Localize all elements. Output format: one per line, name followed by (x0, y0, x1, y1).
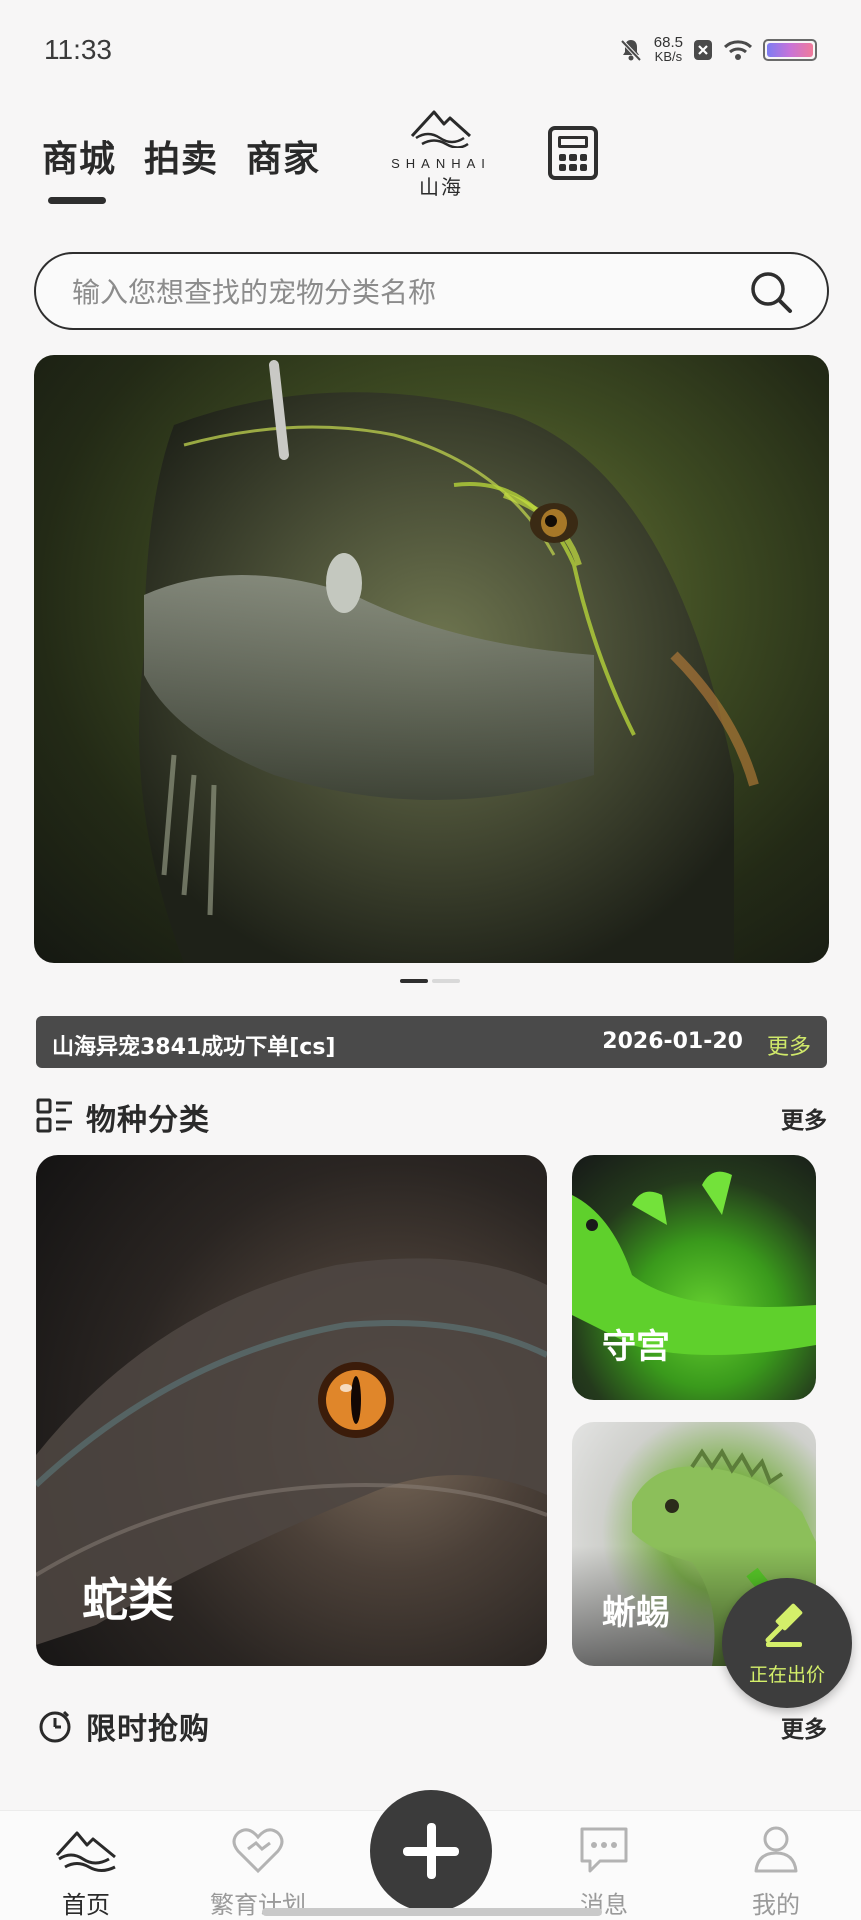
flash-sale-more-link[interactable]: 更多 (781, 1710, 827, 1744)
categories-header: 物种分类 更多 (36, 1093, 827, 1138)
nav-messages[interactable]: 消息 (534, 1823, 674, 1919)
status-time: 11:33 (44, 34, 112, 65)
net-speed-unit: KB/s (654, 49, 683, 64)
wifi-icon (723, 40, 753, 60)
calculator-icon[interactable] (548, 126, 598, 180)
categories-more-link[interactable]: 更多 (781, 1101, 827, 1135)
category-card-snakes[interactable]: 蛇类 (36, 1155, 547, 1666)
fab-label: 正在出价 (748, 1664, 825, 1686)
logo-text-zh: 山海 (419, 175, 463, 199)
category-label: 蜥蜴 (602, 1593, 670, 1633)
mountain-logo-icon (410, 110, 472, 149)
category-label: 蛇类 (82, 1573, 174, 1627)
mute-icon (620, 39, 642, 62)
flash-sale-header: 限时抢购 更多 (36, 1702, 827, 1747)
section-title: 限时抢购 (86, 1712, 210, 1747)
status-bar: 11:33 68.5 KB/s (0, 0, 861, 100)
heart-plan-icon (232, 1828, 284, 1874)
tab-mall[interactable]: 商城 (42, 130, 116, 204)
net-speed-value: 68.5 (653, 34, 683, 51)
section-title: 物种分类 (86, 1103, 210, 1138)
banner-image (139, 360, 759, 963)
nav-label: 首页 (62, 1891, 110, 1919)
search-bar[interactable] (34, 252, 829, 330)
nav-home[interactable]: 首页 (16, 1823, 156, 1919)
top-tabs: 商城 拍卖 商家 (42, 130, 320, 204)
message-icon (580, 1827, 628, 1873)
add-post-button[interactable] (370, 1790, 492, 1912)
promo-banner[interactable] (34, 355, 829, 963)
nav-label: 我的 (752, 1891, 800, 1919)
order-notice-bar[interactable]: 山海异宠3841成功下单[cs] 2026-01-20 更多 (36, 1016, 827, 1068)
status-icons: 68.5 KB/s (618, 30, 817, 70)
notice-more-link[interactable]: 更多 (767, 1029, 811, 1061)
net-speed: 68.5 KB/s (653, 34, 683, 64)
nav-breeding-plan[interactable]: 繁育计划 (188, 1823, 328, 1919)
logo-text-en: SHANHAI (391, 156, 491, 171)
search-input[interactable] (72, 268, 732, 316)
top-header: 商城 拍卖 商家 SHANHAI 山海 (0, 100, 861, 240)
notice-date: 2026-01-20 (602, 1029, 743, 1054)
profile-icon (754, 1826, 798, 1873)
pager-dot (432, 979, 460, 983)
category-label: 守宫 (602, 1327, 670, 1367)
home-indicator[interactable] (262, 1908, 602, 1916)
gavel-icon (765, 1603, 803, 1647)
category-card-geckos[interactable]: 守宫 (572, 1155, 816, 1400)
bidding-now-button[interactable]: 正在出价 (722, 1578, 852, 1708)
search-icon[interactable] (749, 270, 793, 314)
nav-profile[interactable]: 我的 (706, 1823, 846, 1919)
mountain-home-icon (55, 1831, 116, 1872)
sim-off-icon (694, 40, 712, 60)
stopwatch-icon (39, 1710, 71, 1743)
brand-logo: SHANHAI 山海 (376, 106, 506, 202)
notice-message: 山海异宠3841成功下单[cs] (52, 1035, 336, 1060)
category-grid-icon (36, 1098, 72, 1133)
banner-pager (400, 979, 460, 983)
tab-merchants[interactable]: 商家 (246, 130, 320, 182)
tab-auction[interactable]: 拍卖 (144, 130, 218, 182)
battery-icon (763, 39, 817, 61)
pager-dot-active (400, 979, 428, 983)
